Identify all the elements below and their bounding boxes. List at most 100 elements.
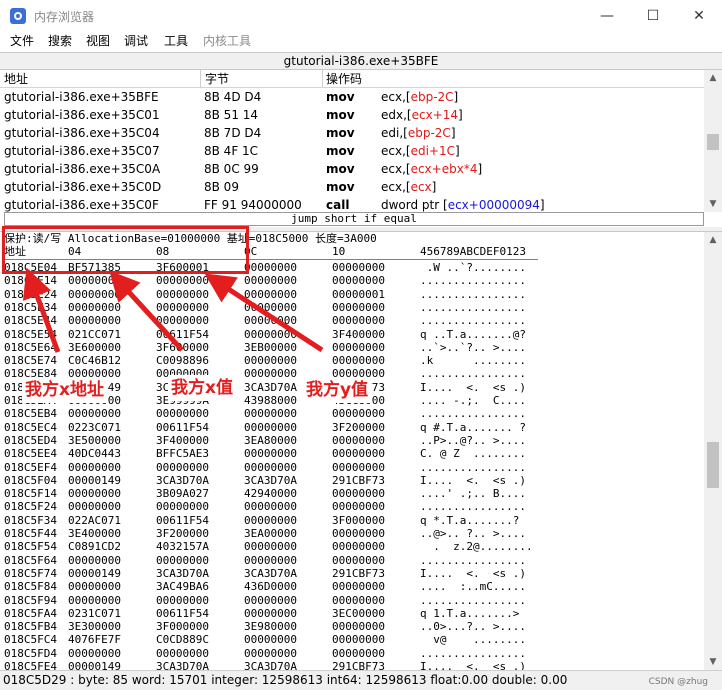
hex-dword[interactable]: 43988000 [244, 394, 297, 407]
disasm-row[interactable]: gtutorial-i386.exe+35C04 8B 7D D4 mov edi,[… [0, 124, 704, 142]
disasm-row[interactable]: gtutorial-i386.exe+35C01 8B 51 14 mov edx,[… [0, 106, 704, 124]
hex-dword[interactable]: 00000000 [68, 554, 121, 567]
hex-row[interactable]: 018C5E64 3E600000 3F600000 3EB00000 00000000… [0, 341, 704, 354]
hex-dword[interactable]: 00000000 [332, 540, 385, 553]
hex-ascii[interactable]: ..`>..`?.. >.... [420, 341, 526, 354]
hex-dword[interactable]: 3EB00000 [244, 341, 297, 354]
hex-dword[interactable]: 00000000 [68, 461, 121, 474]
hex-address[interactable]: 018C5E14 [4, 274, 57, 287]
hex-dword[interactable]: 00000000 [68, 580, 121, 593]
hex-row[interactable]: 018C5F74 00000149 3CA3D70A 3CA3D70A 291CBF73… [0, 567, 704, 580]
hex-dword[interactable]: 00000000 [332, 633, 385, 646]
hex-dword[interactable]: 3F600000 [156, 341, 209, 354]
hex-dword[interactable]: 00000000 [244, 633, 297, 646]
hex-dword[interactable]: 42940000 [244, 487, 297, 500]
hex-address[interactable]: 018C5F24 [4, 500, 57, 513]
hex-ascii[interactable]: C. @ Z ........ [420, 447, 526, 460]
hex-dword[interactable]: 3CA3D70A [156, 660, 209, 670]
hex-address[interactable]: 018C5E64 [4, 341, 57, 354]
hex-dword[interactable]: 00000000 [332, 354, 385, 367]
hex-ascii[interactable]: ................ [420, 500, 526, 513]
close-button[interactable]: ✕ [676, 0, 722, 32]
hex-dword[interactable]: 3CA3D70A [244, 567, 297, 580]
hex-address[interactable]: 018C5E04 [4, 261, 57, 274]
hex-dword[interactable]: 4076FE7F [68, 633, 121, 646]
hex-dword[interactable]: C0891CD2 [68, 540, 121, 553]
hex-address[interactable]: 018C5FD4 [4, 647, 57, 660]
hex-row[interactable]: 018C5ED4 3E500000 3F400000 3EA80000 00000000… [0, 434, 704, 447]
hex-address[interactable]: 018C5F74 [4, 567, 57, 580]
hex-ascii[interactable]: ................ [420, 274, 526, 287]
hex-row[interactable]: 018C5EC4 0223C071 00611F54 00000000 3F200000… [0, 421, 704, 434]
hex-dword[interactable]: 00000000 [332, 647, 385, 660]
hex-ascii[interactable]: ................ [420, 407, 526, 420]
hex-dword[interactable]: 00000000 [332, 261, 385, 274]
hex-address[interactable]: 018C5F04 [4, 474, 57, 487]
hex-ascii[interactable]: ..P>..@?.. >.... [420, 434, 526, 447]
hex-dword[interactable]: 00000000 [244, 407, 297, 420]
hex-row[interactable]: 018C5FD4 00000000 00000000 00000000 00000000… [0, 647, 704, 660]
hex-ascii[interactable]: ..@>.. ?.. >.... [420, 527, 526, 540]
hex-ascii[interactable]: .k ........ [420, 354, 526, 367]
hex-ascii[interactable]: ................ [420, 314, 526, 327]
hex-ascii[interactable]: ................ [420, 647, 526, 660]
hex-dword[interactable]: C0098896 [156, 354, 209, 367]
hex-row[interactable]: 018C5F54 C0891CD2 4032157A 00000000 00000000… [0, 540, 704, 553]
maximize-button[interactable]: ☐ [630, 0, 676, 32]
menu-view[interactable]: 视图 [86, 32, 110, 52]
hex-row[interactable]: 018C5F04 00000149 3CA3D70A 3CA3D70A 291CBF73… [0, 474, 704, 487]
hex-address[interactable]: 018C5FC4 [4, 633, 57, 646]
hex-row[interactable]: 018C5F64 00000000 00000000 00000000 00000000… [0, 554, 704, 567]
menu-search[interactable]: 搜索 [48, 32, 72, 52]
hex-dword[interactable]: 00611F54 [156, 421, 209, 434]
hex-ascii[interactable]: I.... <. <s .) [420, 381, 526, 394]
hex-address[interactable]: 018C5F14 [4, 487, 57, 500]
hex-dword[interactable]: 00000000 [332, 620, 385, 633]
minimize-button[interactable]: — [584, 0, 630, 32]
hex-dword[interactable]: 00000000 [332, 341, 385, 354]
hex-dword[interactable]: 00000000 [68, 500, 121, 513]
hex-row[interactable]: 018C5E14 00000000 00000000 00000000 00000000… [0, 274, 704, 287]
hex-dword[interactable]: 3E400000 [68, 527, 121, 540]
hex-dword[interactable]: 00000000 [244, 421, 297, 434]
hex-dword[interactable]: 291CBF73 [332, 660, 385, 670]
hex-dword[interactable]: 3F600001 [156, 261, 209, 274]
hex-dword[interactable]: 3EA80000 [244, 434, 297, 447]
hex-dword[interactable]: 00000000 [156, 301, 209, 314]
hex-address[interactable]: 018C5F64 [4, 554, 57, 567]
hex-address[interactable]: 018C5E44 [4, 314, 57, 327]
scroll-up-icon[interactable]: ▲ [704, 232, 722, 248]
disasm-row[interactable]: gtutorial-i386.exe+35C0F FF 91 94000000 ca… [0, 196, 704, 212]
hex-ascii[interactable]: ................ [420, 594, 526, 607]
hex-address[interactable]: 018C5F44 [4, 527, 57, 540]
hex-ascii[interactable]: I.... <. <s .) [420, 567, 526, 580]
hex-dword[interactable]: 00611F54 [156, 328, 209, 341]
hex-dword[interactable]: 00000000 [68, 274, 121, 287]
hex-dword[interactable]: BFFC5AE3 [156, 447, 209, 460]
hex-ascii[interactable]: v@ ........ [420, 633, 526, 646]
hex-dword[interactable]: 00000000 [68, 314, 121, 327]
hex-ascii[interactable]: q ..T.a.......@? [420, 328, 526, 341]
hex-address[interactable]: 018C5FA4 [4, 607, 57, 620]
hex-dword[interactable]: 00000000 [244, 301, 297, 314]
hex-row[interactable]: 018C5EB4 00000000 00000000 00000000 00000000… [0, 407, 704, 420]
hex-dword[interactable]: 3F000000 [156, 620, 209, 633]
hex-row[interactable]: 018C5FB4 3E300000 3F000000 3E980000 00000000… [0, 620, 704, 633]
column-address[interactable]: 地址 [4, 70, 28, 88]
hex-dword[interactable]: 00000000 [244, 354, 297, 367]
hex-address[interactable]: 018C5E34 [4, 301, 57, 314]
hex-dword[interactable]: 00000149 [68, 474, 121, 487]
column-opcode[interactable]: 操作码 [326, 70, 362, 88]
hex-dword[interactable]: C0C46B12 [68, 354, 121, 367]
hex-dword[interactable]: 3CA3D70A [156, 474, 209, 487]
hex-dword[interactable]: 3B09A027 [156, 487, 209, 500]
hex-address[interactable]: 018C5F34 [4, 514, 57, 527]
hex-dword[interactable]: 00000000 [68, 288, 121, 301]
hex-dword[interactable]: 00000000 [156, 594, 209, 607]
hex-dump[interactable]: 018C5E04 BF571385 3F600001 00000000 00000000… [0, 261, 704, 670]
hex-ascii[interactable]: ................ [420, 461, 526, 474]
hex-dword[interactable]: 00000000 [332, 594, 385, 607]
hex-address[interactable]: 018C5EF4 [4, 461, 57, 474]
hex-dword[interactable]: 00000000 [156, 407, 209, 420]
hex-ascii[interactable]: ................ [420, 288, 526, 301]
